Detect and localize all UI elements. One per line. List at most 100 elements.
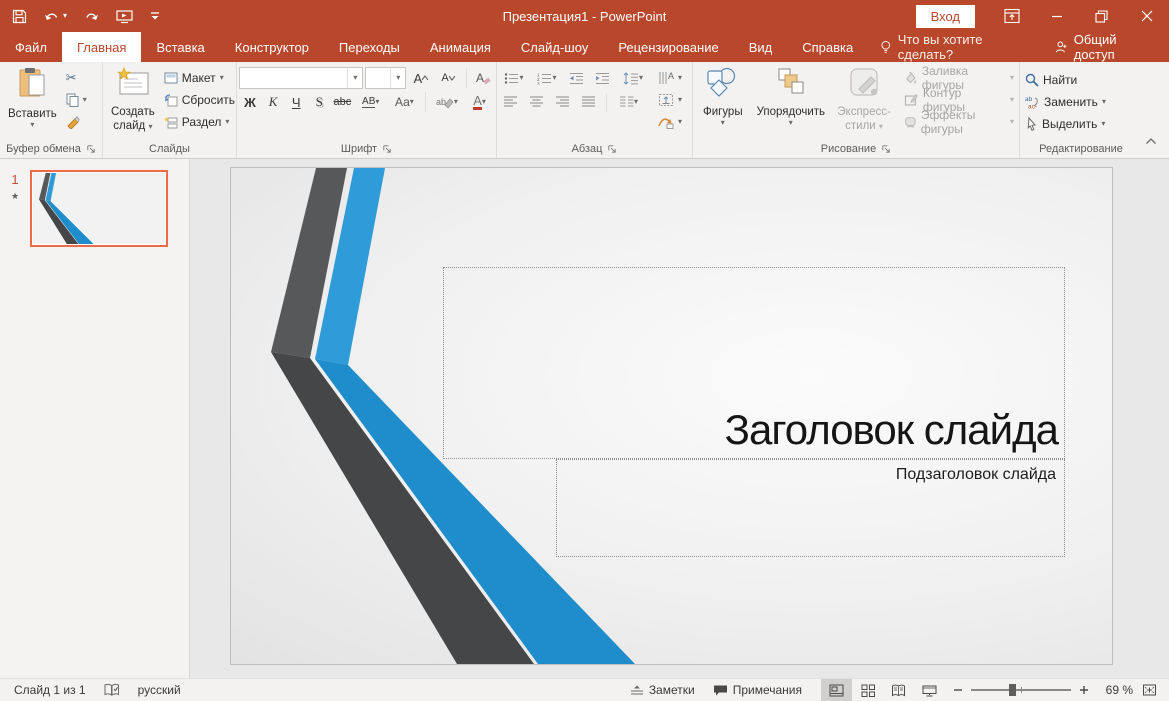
font-name-combo[interactable]: ▾ <box>239 67 363 89</box>
reading-view-button[interactable] <box>883 679 914 701</box>
ribbon-display-options-button[interactable] <box>989 0 1034 32</box>
slide-1[interactable]: Заголовок слайда Подзаголовок слайда <box>231 168 1112 664</box>
line-spacing-button[interactable]: ▾ <box>617 67 649 89</box>
tab-animations[interactable]: Анимация <box>415 32 506 62</box>
title-placeholder[interactable]: Заголовок слайда <box>443 267 1065 459</box>
strikethrough-button[interactable]: abc <box>331 91 353 113</box>
slide-subtitle-text[interactable]: Подзаголовок слайда <box>896 460 1064 484</box>
language-indicator[interactable]: русский <box>129 679 190 701</box>
underline-button[interactable]: Ч <box>285 91 307 113</box>
drawing-dialog-launcher-icon[interactable] <box>881 144 891 154</box>
numbering-button[interactable]: 123 ▾ <box>532 67 562 89</box>
columns-button[interactable]: ▾ <box>613 91 645 113</box>
tab-insert[interactable]: Вставка <box>141 32 219 62</box>
align-left-icon <box>504 96 518 108</box>
slideshow-view-button[interactable] <box>914 679 945 701</box>
tab-file[interactable]: Файл <box>0 32 62 62</box>
clipboard-dialog-launcher-icon[interactable] <box>86 144 96 154</box>
align-left-button[interactable] <box>499 91 522 113</box>
slide-thumbnail-panel: 1 ★ <box>0 159 190 678</box>
copy-button[interactable]: ▾ <box>63 89 90 111</box>
share-button[interactable]: Общий доступ <box>1037 32 1169 62</box>
cut-icon: ✂ <box>66 70 77 86</box>
tab-review[interactable]: Рецензирование <box>603 32 733 62</box>
character-spacing-button[interactable]: АВ ▾ <box>354 91 387 113</box>
tab-home[interactable]: Главная <box>62 32 141 62</box>
tab-design[interactable]: Конструктор <box>220 32 324 62</box>
text-highlight-button[interactable]: ab ▾ <box>430 91 465 113</box>
align-right-button[interactable] <box>551 91 574 113</box>
customize-qat-icon[interactable] <box>150 10 160 22</box>
arrange-label: Упорядочить <box>757 105 825 119</box>
decrease-indent-button[interactable] <box>565 67 588 89</box>
shrink-font-button[interactable]: А <box>435 67 460 89</box>
font-color-button[interactable]: А ▾ <box>465 91 494 113</box>
bold-button[interactable]: Ж <box>239 91 261 113</box>
close-button[interactable] <box>1124 0 1169 32</box>
slide-editor-canvas[interactable]: Заголовок слайда Подзаголовок слайда <box>190 159 1169 678</box>
shape-effects-button[interactable]: Эффекты фигуры ▾ <box>901 111 1017 133</box>
font-dialog-launcher-icon[interactable] <box>382 144 392 154</box>
increase-indent-button[interactable] <box>591 67 614 89</box>
start-slideshow-icon[interactable] <box>116 9 133 24</box>
tab-view[interactable]: Вид <box>734 32 788 62</box>
spell-check-button[interactable] <box>95 679 129 701</box>
cut-button[interactable]: ✂ <box>63 67 90 89</box>
align-text-button[interactable]: ▾ <box>655 89 685 111</box>
slide-sorter-view-button[interactable] <box>852 679 883 701</box>
fit-slide-to-window-button[interactable] <box>1133 679 1169 701</box>
zoom-slider-handle[interactable] <box>1009 684 1016 696</box>
convert-smartart-button[interactable]: ▾ <box>655 111 685 133</box>
change-case-button[interactable]: Аа ▾ <box>388 91 421 113</box>
reset-button[interactable]: Сбросить <box>161 89 238 111</box>
zoom-out-button[interactable] <box>953 685 963 695</box>
redo-icon[interactable] <box>84 9 99 23</box>
align-center-button[interactable] <box>525 91 548 113</box>
slide-count-indicator[interactable]: Слайд 1 из 1 <box>0 679 95 701</box>
slide-1-thumbnail[interactable] <box>30 170 168 247</box>
slide-title-text[interactable]: Заголовок слайда <box>725 406 1064 458</box>
new-slide-button[interactable]: Создать слайд ▾ <box>105 63 161 139</box>
arrange-button[interactable]: Упорядочить ▾ <box>751 63 831 139</box>
font-size-combo[interactable]: ▾ <box>365 67 406 89</box>
normal-view-button[interactable] <box>821 679 852 701</box>
save-icon[interactable] <box>12 9 27 24</box>
bullets-button[interactable]: ▾ <box>499 67 529 89</box>
format-painter-button[interactable] <box>63 111 90 133</box>
zoom-slider[interactable] <box>971 689 1071 691</box>
replace-button[interactable]: abac Заменить ▾ <box>1022 91 1140 113</box>
clear-formatting-button[interactable]: A <box>472 67 494 89</box>
shapes-button[interactable]: Фигуры ▾ <box>695 63 751 139</box>
paste-button[interactable]: Вставить ▾ <box>2 63 63 139</box>
layout-button[interactable]: Макет ▾ <box>161 67 238 89</box>
zoom-percentage[interactable]: 69 % <box>1097 683 1133 697</box>
subtitle-placeholder[interactable]: Подзаголовок слайда <box>556 459 1065 557</box>
select-button[interactable]: Выделить ▾ <box>1022 113 1140 135</box>
animation-star-icon[interactable]: ★ <box>11 191 19 202</box>
text-shadow-button[interactable]: S <box>308 91 330 113</box>
undo-button[interactable]: ▾ <box>44 9 67 23</box>
tab-transitions[interactable]: Переходы <box>324 32 415 62</box>
undo-caret-icon[interactable]: ▾ <box>63 12 67 20</box>
section-button[interactable]: Раздел ▾ <box>161 111 238 133</box>
quick-styles-button[interactable]: Экспресс- стили ▾ <box>831 63 897 139</box>
tab-slideshow[interactable]: Слайд-шоу <box>506 32 603 62</box>
find-button[interactable]: Найти <box>1022 69 1140 91</box>
italic-button[interactable]: К <box>262 91 284 113</box>
sign-in-button[interactable]: Вход <box>916 5 975 28</box>
tab-help[interactable]: Справка <box>787 32 868 62</box>
tell-me-box[interactable]: Что вы хотите сделать? <box>868 32 1037 62</box>
tell-me-label: Что вы хотите сделать? <box>898 32 1026 62</box>
minimize-button[interactable] <box>1034 0 1079 32</box>
shapes-label: Фигуры <box>703 105 743 119</box>
normal-view-icon <box>829 684 844 697</box>
collapse-ribbon-button[interactable] <box>1145 132 1157 150</box>
notes-button[interactable]: Заметки <box>621 679 704 701</box>
zoom-in-button[interactable] <box>1079 685 1089 695</box>
text-direction-button[interactable]: A ▾ <box>655 67 685 89</box>
justify-button[interactable] <box>577 91 600 113</box>
comments-button[interactable]: Примечания <box>704 679 811 701</box>
restore-button[interactable] <box>1079 0 1124 32</box>
paragraph-dialog-launcher-icon[interactable] <box>607 144 617 154</box>
grow-font-button[interactable]: А <box>408 67 433 89</box>
